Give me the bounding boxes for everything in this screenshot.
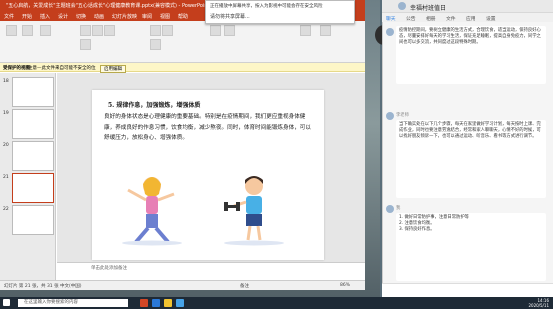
taskbar-search[interactable]: 在这里输入你要搜索的内容 xyxy=(18,299,128,307)
shapes-icon[interactable] xyxy=(210,25,221,36)
tab-chat[interactable]: 聊天 xyxy=(386,15,396,22)
chat-input[interactable] xyxy=(382,283,553,297)
bullets-icon[interactable] xyxy=(150,39,161,50)
chat-tabs: 聊天 公告 相册 文件 应用 设置 xyxy=(382,13,553,22)
chat-header: 幸福村班值日 xyxy=(382,0,553,13)
notes-toggle[interactable]: 备注 xyxy=(240,283,249,289)
ribbon xyxy=(0,21,365,63)
avatar xyxy=(386,28,394,36)
chat-app-icon[interactable] xyxy=(176,299,184,307)
new-slide-icon[interactable] xyxy=(22,25,33,36)
tab-review[interactable]: 审阅 xyxy=(142,13,152,20)
share-warning: 正在播放中屏幕共享，按入为影视中可能会存在安全风险 xyxy=(210,4,323,9)
chat-title: 幸福村班值日 xyxy=(410,5,447,12)
notes-pane[interactable]: 单击此处添加备注 xyxy=(57,262,365,272)
find-icon[interactable] xyxy=(300,25,311,36)
status-bar: 幻灯片 第 21 张，共 31 张 中文(中国) 备注 86% xyxy=(0,280,365,290)
screen-share-toolbar: 正在播放中屏幕共享，按入为影视中可能会存在安全风险 请勿将共享屏幕... xyxy=(205,0,355,24)
tab-transitions[interactable]: 切换 xyxy=(76,13,86,20)
tab-settings[interactable]: 设置 xyxy=(486,15,496,22)
window-title: "五心启航，关爱成长"主题班会"五心话成长"心理健康教育课.pptx(兼容模式)… xyxy=(6,3,210,9)
browser-icon[interactable] xyxy=(152,299,160,307)
italic-icon[interactable] xyxy=(92,25,103,36)
protected-view-bar: 受保护的视图 注意—此文件来自可能不安全的位置。除非需要编辑，否则保持在受保护的… xyxy=(0,63,365,73)
message-sender: 我 xyxy=(396,206,401,211)
font-color-icon[interactable] xyxy=(80,39,91,50)
slide-thumbnail-selected[interactable] xyxy=(12,173,54,203)
notes-placeholder: 单击此处添加备注 xyxy=(91,266,127,271)
zoom-level[interactable]: 86% xyxy=(340,283,350,288)
language-indicator[interactable]: 中文(中国) xyxy=(60,283,82,289)
chat-message: 1. 做好日常防护事，注意日常防护等 2. 注意饮食均衡。 3. 保持良好作息。 xyxy=(396,213,546,281)
tab-animations[interactable]: 动画 xyxy=(94,13,104,20)
slide-body-text: 良好的身体状态是心理健康的重要基础。特别是在疫情期间，我们更应重视身体健康，养成… xyxy=(104,114,311,141)
slide-thumbnail[interactable] xyxy=(12,77,54,107)
tab-design[interactable]: 设计 xyxy=(58,13,68,20)
tab-home[interactable]: 开始 xyxy=(22,13,32,20)
tab-view[interactable]: 视图 xyxy=(160,13,170,20)
slide-thumbnail[interactable] xyxy=(12,205,54,235)
tab-apps[interactable]: 应用 xyxy=(466,15,476,22)
thumb-number: 19 xyxy=(3,111,9,116)
start-icon[interactable] xyxy=(3,299,10,306)
bold-icon[interactable] xyxy=(80,25,91,36)
align-left-icon[interactable] xyxy=(150,25,161,36)
avatar xyxy=(386,205,394,213)
align-center-icon[interactable] xyxy=(162,25,173,36)
arrange-icon[interactable] xyxy=(224,25,235,36)
tab-notice[interactable]: 公告 xyxy=(406,15,416,22)
chat-message: 疫情防控期间，要树立健康的生活方式，合理饮食，适当运动，保持良好心态，尽量安排好… xyxy=(396,26,546,84)
slide-thumbnail[interactable] xyxy=(12,109,54,139)
slide-thumbnails: 18 19 20 21 22 xyxy=(0,73,56,280)
taskbar: 在这里输入你要搜索的内容 14:16 2020/5/11 xyxy=(0,297,553,309)
paste-icon[interactable] xyxy=(6,25,17,36)
dumbbell-boy-illustration xyxy=(224,176,284,246)
share-status: 请勿将共享屏幕... xyxy=(210,14,250,20)
tab-help[interactable]: 帮助 xyxy=(178,13,188,20)
message-sender: 李老师 xyxy=(396,113,409,118)
enable-editing-button[interactable]: 启用编辑 xyxy=(100,65,126,73)
tab-slideshow[interactable]: 幻灯片放映 xyxy=(112,13,137,20)
tab-album[interactable]: 相册 xyxy=(426,15,436,22)
clock: 14:16 2020/5/11 xyxy=(528,298,549,308)
replace-icon[interactable] xyxy=(320,25,331,36)
thumb-number: 21 xyxy=(3,175,9,180)
folder-icon[interactable] xyxy=(164,299,172,307)
avatar xyxy=(386,112,394,120)
thumb-number: 20 xyxy=(3,143,9,148)
protected-view-message: 注意—此文件来自可能不安全的位置。除非需要编辑，否则保持在受保护的视图中比较安全… xyxy=(28,66,96,71)
clock-date: 2020/5/11 xyxy=(528,303,549,308)
yoga-girl-illustration xyxy=(122,177,182,246)
thumb-number: 18 xyxy=(3,79,9,84)
slide-thumbnail[interactable] xyxy=(12,141,54,171)
tab-insert[interactable]: 插入 xyxy=(40,13,50,20)
chat-message: 当下确实处在以下几个步骤，每天在家里做好学习计划，每天按时上课、完成作业，同时也… xyxy=(396,120,546,198)
tab-files[interactable]: 文件 xyxy=(446,15,456,22)
group-avatar xyxy=(398,2,406,10)
powerpoint-window: "五心启航，关爱成长"主题班会"五心话成长"心理健康教育课.pptx(兼容模式)… xyxy=(0,0,365,290)
slide-heading: 5. 规律作息，加强锻炼，增强体质 xyxy=(108,102,201,109)
powerpoint-icon[interactable] xyxy=(140,299,148,307)
underline-icon[interactable] xyxy=(104,25,115,36)
protected-view-label: 受保护的视图 xyxy=(3,66,30,71)
slide-count: 幻灯片 第 21 张，共 31 张 xyxy=(4,284,59,289)
layout-icon[interactable] xyxy=(40,25,51,36)
thumb-number: 22 xyxy=(3,207,9,212)
tab-file[interactable]: 文件 xyxy=(4,13,14,20)
current-slide[interactable]: 5. 规律作息，加强锻炼，增强体质 良好的身体状态是心理健康的重要基础。特别是在… xyxy=(92,90,324,260)
